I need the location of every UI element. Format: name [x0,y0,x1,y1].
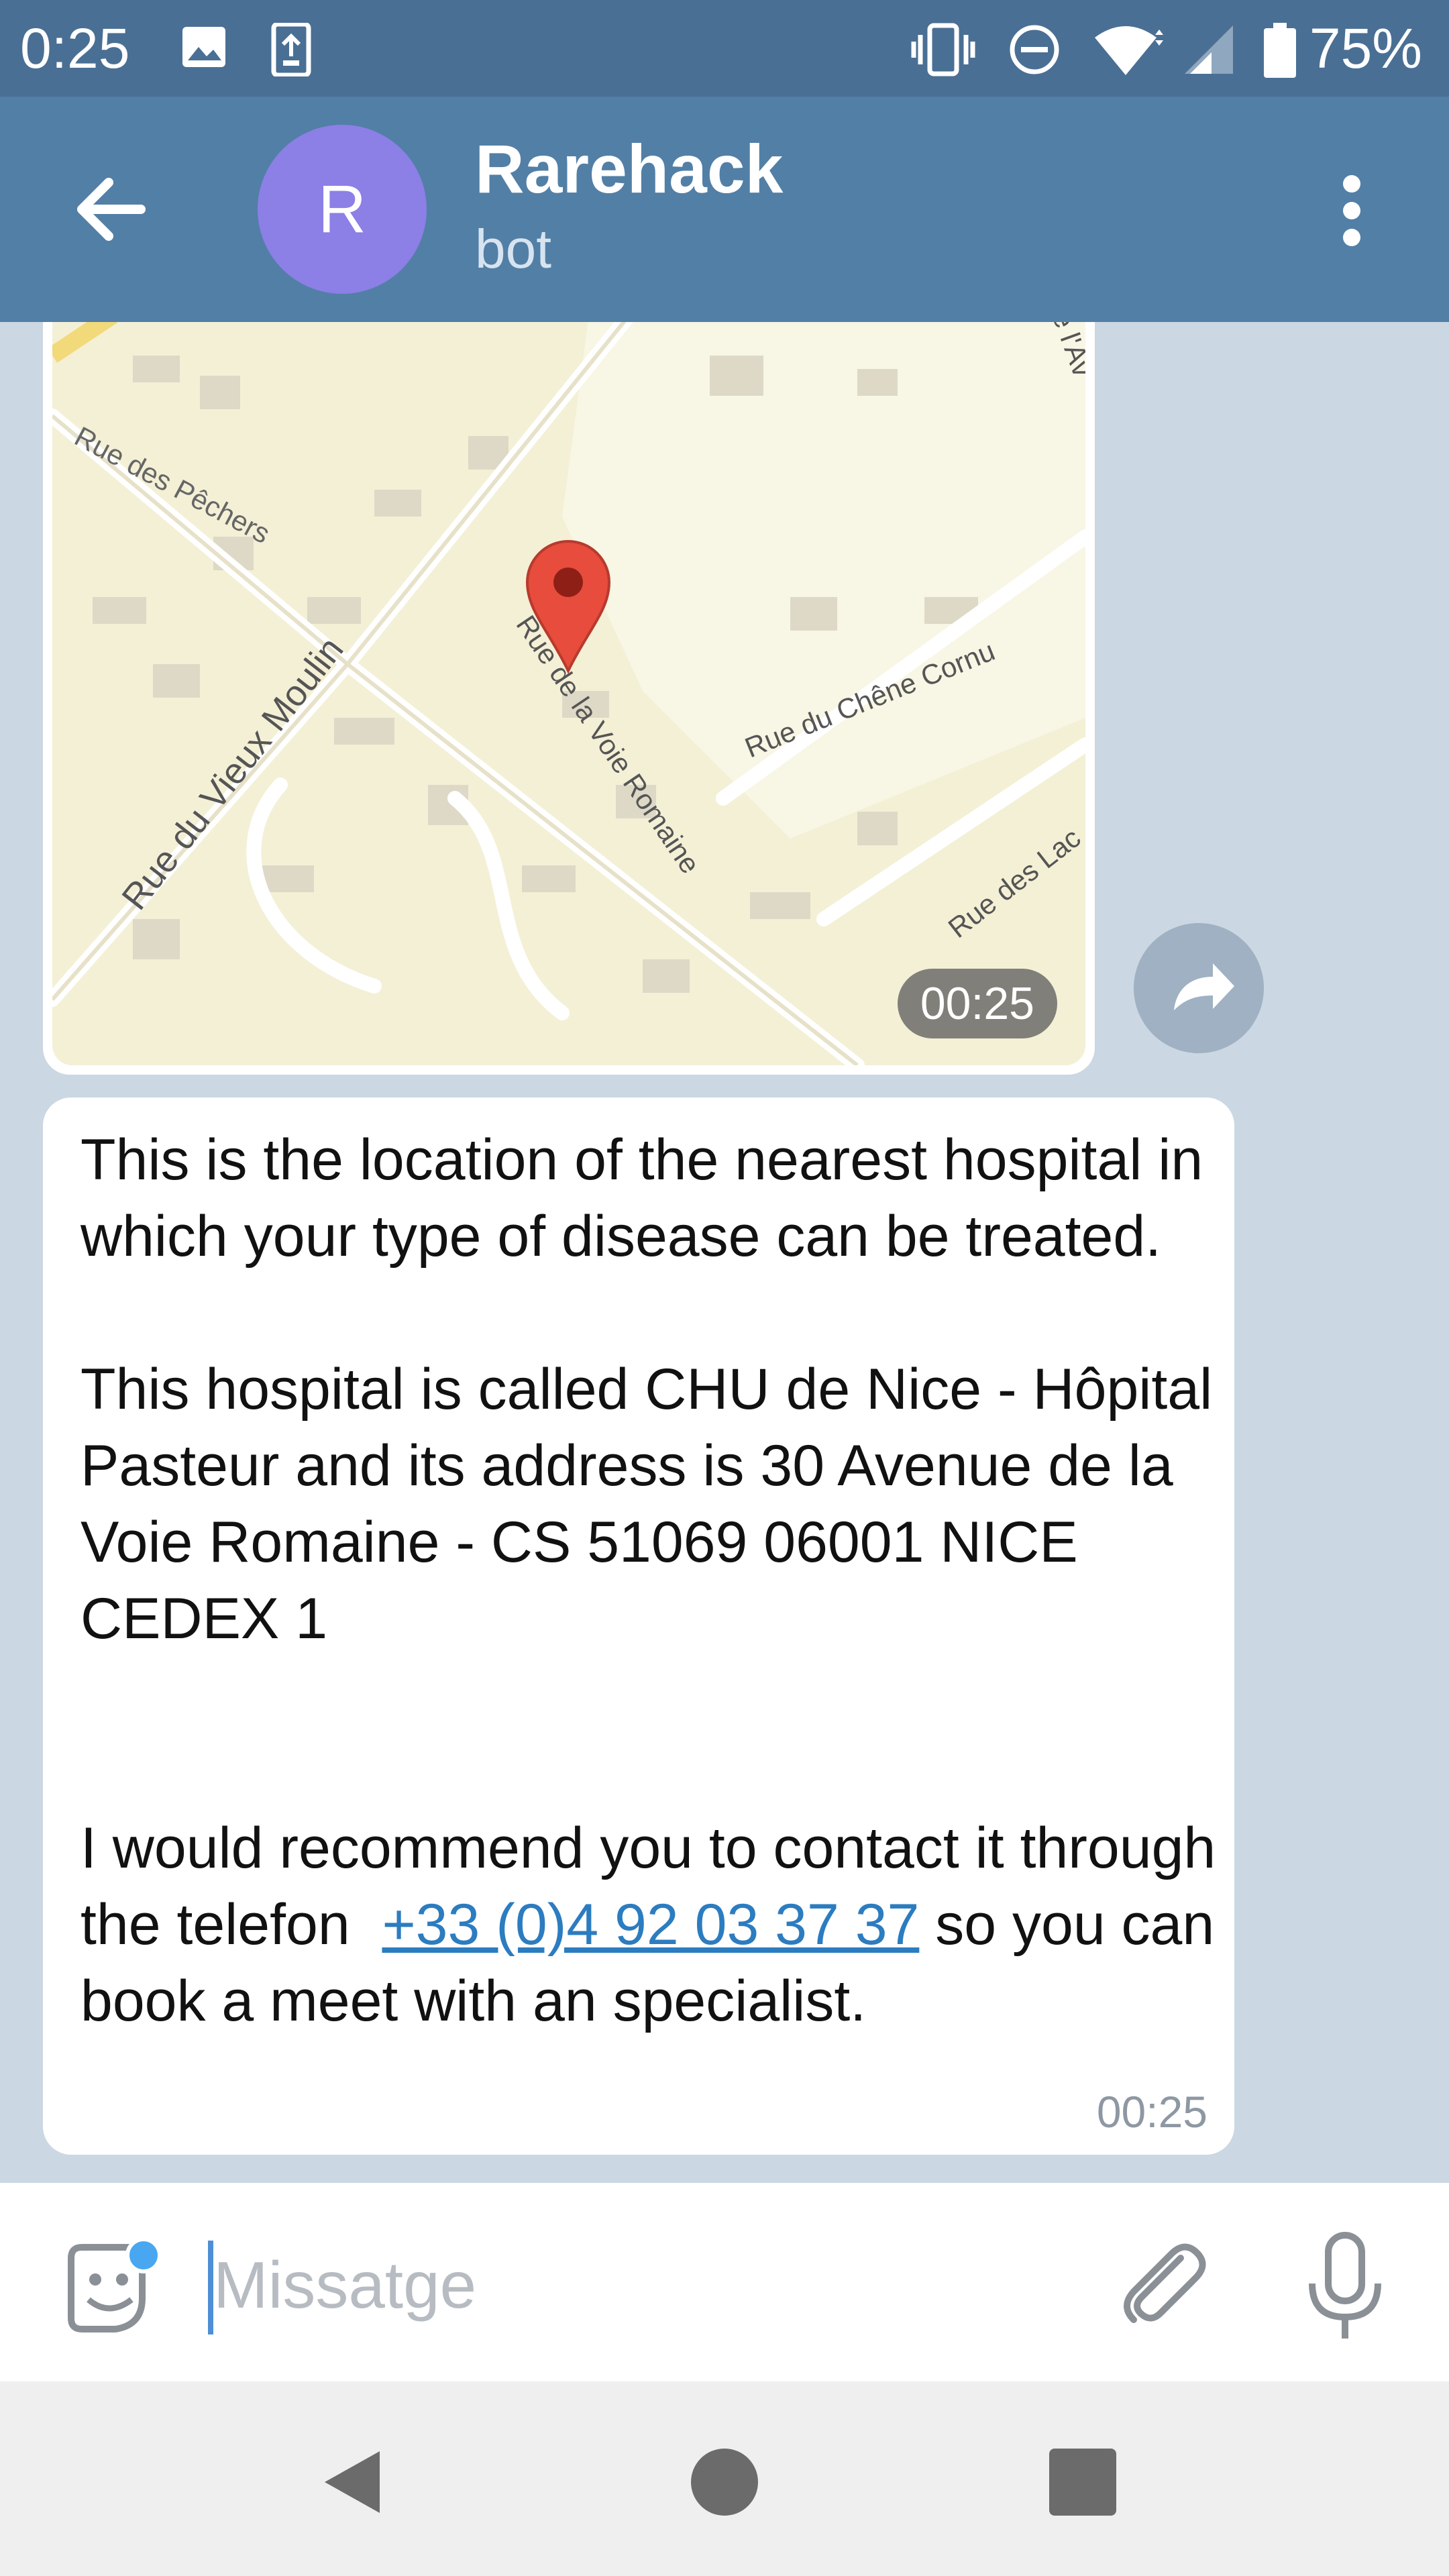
microphone-button[interactable] [1295,2230,1395,2344]
screenshot-icon [271,21,311,80]
nav-home-button[interactable] [691,2449,758,2516]
battery-percent: 75% [1309,17,1422,80]
avatar[interactable]: R [258,125,427,294]
dnd-icon [1008,23,1061,80]
location-message[interactable]: Rue des Pêchers Rue du Vieux Moulin Rue … [43,322,1095,1075]
back-button[interactable] [67,169,154,250]
chat-title[interactable]: Rarehack [475,129,783,209]
nav-back-button[interactable] [315,2442,396,2522]
map-preview[interactable]: Rue des Pêchers Rue du Vieux Moulin Rue … [52,322,1085,1065]
map-image: Rue des Pêchers Rue du Vieux Moulin Rue … [52,322,1085,1065]
message-time: 00:25 [1096,2087,1208,2137]
message-input-bar [0,2183,1449,2381]
chat-header: R Rarehack bot [0,97,1449,322]
arrow-left-icon [77,178,146,241]
system-navigation-bar [0,2381,1449,2576]
status-time: 0:25 [20,17,130,80]
message-paragraph: This hospital is called CHU de Nice - Hô… [80,1357,1213,1651]
microphone-icon [1309,2232,1381,2339]
sticker-button[interactable] [58,2237,162,2339]
message-paragraph: This is the location of the nearest hosp… [80,1128,1203,1269]
message-input[interactable] [213,2231,1085,2339]
message-time: 00:25 [897,969,1057,1038]
vibrate-icon [910,23,977,80]
chat-area[interactable]: Rue des Pêchers Rue du Vieux Moulin Rue … [0,322,1449,2183]
wifi-icon [1092,23,1166,80]
share-icon [1174,963,1234,1010]
nav-recents-button[interactable] [1049,2449,1116,2516]
share-button[interactable] [1134,923,1264,1053]
signal-icon [1182,23,1236,80]
message-paragraph: I would recommend you to contact it thro… [80,1810,1221,2039]
image-icon [180,23,228,74]
sticker-icon [68,2237,162,2332]
chat-subtitle: bot [475,219,551,280]
text-caret [208,2241,213,2334]
paperclip-icon [1124,2243,1206,2323]
text-message[interactable]: This is the location of the nearest hosp… [43,1097,1234,2155]
triangle-back-icon [325,2451,380,2513]
battery-icon [1261,23,1299,83]
more-vertical-icon [1343,175,1360,246]
phone-link[interactable]: +33 (0)4 92 03 37 37 [382,1892,919,1957]
attach-button[interactable] [1107,2231,1214,2339]
more-menu-button[interactable] [1328,170,1375,251]
status-bar: 0:25 75% [0,0,1449,97]
